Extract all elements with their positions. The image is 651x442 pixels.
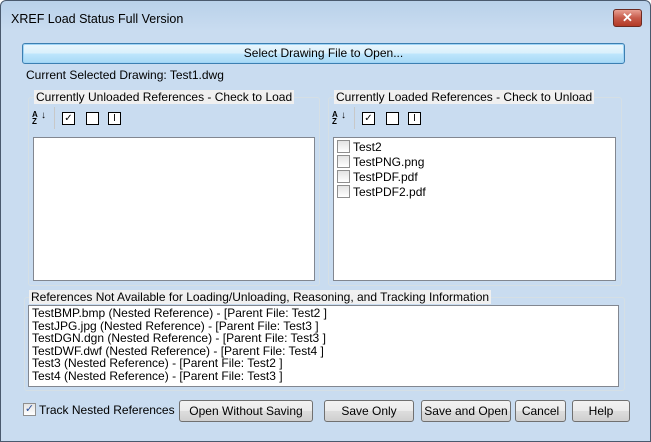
check-all-icon[interactable]: ✓: [62, 112, 75, 125]
help-button[interactable]: Help: [572, 400, 630, 422]
toolbar-divider: [354, 107, 355, 129]
invert-selection-icon[interactable]: I: [108, 112, 121, 125]
check-all-icon[interactable]: ✓: [362, 112, 375, 125]
close-icon: ✕: [622, 10, 633, 25]
select-drawing-button[interactable]: Select Drawing File to Open...: [22, 43, 625, 64]
list-item[interactable]: Test4 (Nested Reference) - [Parent File:…: [29, 369, 618, 383]
window-title: XREF Load Status Full Version: [11, 12, 184, 26]
loaded-references-list[interactable]: Test2 TestPNG.png TestPDF.pdf TestPDF2.p…: [333, 137, 616, 281]
list-item[interactable]: TestPDF.pdf: [334, 170, 615, 185]
list-item[interactable]: TestBMP.bmp (Nested Reference) - [Parent…: [29, 307, 618, 320]
list-item[interactable]: Test2: [334, 140, 615, 155]
toolbar-divider: [54, 107, 55, 129]
cancel-button[interactable]: Cancel: [515, 400, 566, 422]
nested-group-label: References Not Available for Loading/Unl…: [29, 290, 492, 304]
uncheck-all-icon[interactable]: [386, 112, 399, 125]
uncheck-all-icon[interactable]: [86, 112, 99, 125]
checkbox[interactable]: [337, 185, 350, 199]
close-button[interactable]: ✕: [613, 9, 642, 27]
nested-references-list[interactable]: TestBMP.bmp (Nested Reference) - [Parent…: [28, 305, 619, 387]
loaded-references-group: Currently Loaded References - Check to U…: [328, 90, 622, 286]
open-without-saving-button[interactable]: Open Without Saving: [179, 400, 313, 422]
save-and-open-button[interactable]: Save and Open: [421, 400, 511, 422]
save-only-button[interactable]: Save Only: [324, 400, 414, 422]
nested-references-group: References Not Available for Loading/Unl…: [24, 290, 625, 391]
sort-az-icon[interactable]: A Z ↓: [32, 111, 46, 126]
unloaded-references-group: Currently Unloaded References - Check to…: [28, 90, 320, 286]
list-item[interactable]: TestDGN.dgn (Nested Reference) - [Parent…: [29, 332, 618, 345]
checkbox[interactable]: [337, 170, 350, 184]
list-item[interactable]: Test3 (Nested Reference) - [Parent File:…: [29, 357, 618, 370]
unloaded-references-list[interactable]: [33, 137, 315, 281]
sort-az-icon[interactable]: A Z ↓: [332, 111, 346, 126]
current-drawing-label: Current Selected Drawing: Test1.dwg: [26, 68, 224, 82]
list-item[interactable]: TestPDF2.pdf: [334, 185, 615, 200]
loaded-group-label: Currently Loaded References - Check to U…: [334, 90, 595, 104]
checkbox[interactable]: [337, 140, 350, 154]
unloaded-group-label: Currently Unloaded References - Check to…: [34, 90, 295, 104]
check-icon[interactable]: ✓: [23, 403, 36, 417]
list-item[interactable]: TestPNG.png: [334, 155, 615, 170]
invert-selection-icon[interactable]: I: [408, 112, 421, 125]
track-nested-checkbox[interactable]: ✓ Track Nested References: [23, 403, 175, 417]
checkbox[interactable]: [337, 155, 350, 169]
